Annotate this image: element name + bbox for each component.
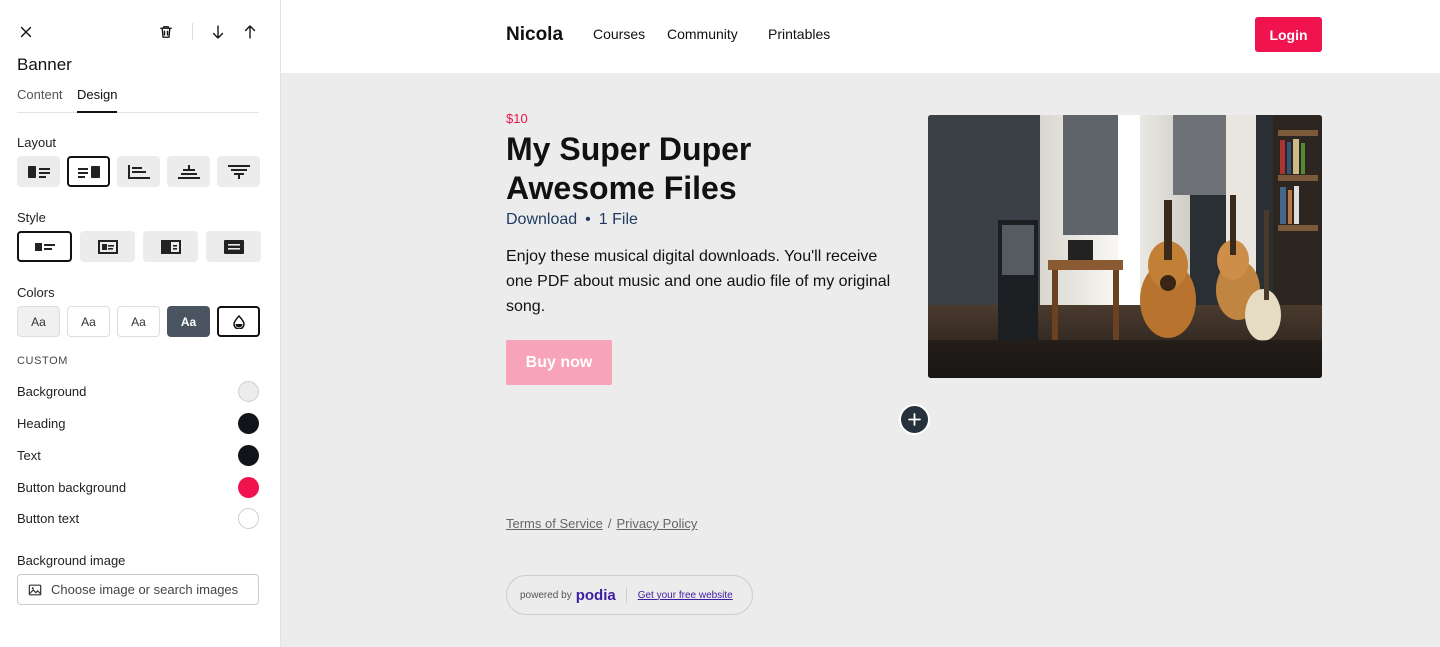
image-icon bbox=[28, 584, 42, 595]
custom-color-button-text: Button text bbox=[17, 507, 259, 529]
site-header: Nicola Courses Community Printables Logi… bbox=[281, 0, 1440, 73]
footer-links: Terms of Service / Privacy Policy bbox=[506, 516, 697, 531]
move-down-button[interactable] bbox=[206, 20, 230, 44]
trash-icon bbox=[160, 26, 172, 38]
nav-printables[interactable]: Printables bbox=[768, 26, 830, 42]
color-theme-dark-button[interactable]: Aa bbox=[167, 306, 210, 337]
color-theme-alt-button[interactable]: Aa bbox=[117, 306, 160, 337]
plus-icon bbox=[908, 413, 921, 426]
product-price: $10 bbox=[506, 111, 528, 126]
custom-color-label: Heading bbox=[17, 415, 66, 431]
color-theme-light-button[interactable]: Aa bbox=[17, 306, 60, 337]
layout-text-middle-icon bbox=[227, 164, 250, 179]
product-description: Enjoy these musical digital downloads. Y… bbox=[506, 248, 891, 315]
custom-color-label: Button background bbox=[17, 479, 127, 495]
style-full-icon bbox=[223, 239, 244, 254]
sidebar-toolbar bbox=[14, 20, 264, 44]
product-type: Download bbox=[506, 211, 578, 228]
layout-image-right-icon bbox=[77, 165, 100, 178]
color-theme-custom-button[interactable] bbox=[217, 306, 260, 337]
arrow-down-icon bbox=[212, 25, 224, 39]
heading-color-swatch[interactable] bbox=[238, 412, 259, 434]
droplet-icon bbox=[232, 314, 245, 329]
close-icon bbox=[20, 26, 32, 38]
privacy-policy-link[interactable]: Privacy Policy bbox=[616, 516, 697, 531]
layout-image-left-icon bbox=[27, 165, 50, 178]
nav-community[interactable]: Community bbox=[667, 26, 738, 42]
move-up-button[interactable] bbox=[238, 20, 262, 44]
layout-image-left-button[interactable] bbox=[17, 156, 60, 187]
style-minimal-button[interactable] bbox=[17, 231, 72, 262]
custom-colors-label: CUSTOM bbox=[17, 355, 69, 367]
site-preview: Nicola Courses Community Printables Logi… bbox=[281, 0, 1440, 647]
layout-text-left-icon bbox=[127, 164, 150, 179]
banner-section[interactable]: $10 My Super Duper Awesome Files Downloa… bbox=[281, 73, 1440, 420]
panel-tabs: Content Design bbox=[17, 87, 259, 113]
tab-content[interactable]: Content bbox=[17, 87, 63, 113]
podia-logo: podia bbox=[575, 586, 616, 604]
custom-color-background: Background bbox=[17, 380, 259, 402]
background-color-swatch[interactable] bbox=[238, 380, 259, 402]
layout-text-left-button[interactable] bbox=[117, 156, 160, 187]
layout-text-middle-button[interactable] bbox=[217, 156, 260, 187]
style-full-button[interactable] bbox=[206, 231, 261, 262]
layout-options bbox=[17, 156, 267, 187]
panel-title: Banner bbox=[17, 55, 72, 74]
style-card-button[interactable] bbox=[80, 231, 135, 262]
file-count: 1 File bbox=[598, 211, 638, 228]
custom-color-label: Background bbox=[17, 383, 87, 399]
custom-color-heading: Heading bbox=[17, 412, 259, 434]
powered-by-badge[interactable]: powered by podia Get your free website bbox=[506, 575, 753, 615]
footer-separator: / bbox=[607, 516, 612, 531]
layout-label: Layout bbox=[17, 135, 57, 150]
custom-color-text: Text bbox=[17, 444, 259, 466]
custom-color-button-background: Button background bbox=[17, 476, 259, 498]
close-button[interactable] bbox=[14, 20, 38, 44]
add-section-button[interactable] bbox=[899, 404, 930, 435]
tab-design[interactable]: Design bbox=[77, 87, 118, 113]
colors-label: Colors bbox=[17, 285, 55, 300]
color-options: Aa Aa Aa Aa bbox=[17, 306, 267, 337]
layout-image-right-button[interactable] bbox=[67, 156, 110, 187]
badge-divider bbox=[625, 587, 627, 603]
style-minimal-icon bbox=[34, 242, 55, 251]
product-headline: My Super Duper Awesome Files bbox=[506, 131, 752, 206]
style-label: Style bbox=[17, 210, 46, 225]
arrow-up-icon bbox=[244, 25, 256, 39]
get-free-website-link[interactable]: Get your free website bbox=[638, 590, 733, 601]
button-background-color-swatch[interactable] bbox=[238, 476, 259, 498]
button-text-color-swatch[interactable] bbox=[238, 507, 259, 529]
design-sidebar: Banner Content Design Layout Style Color… bbox=[0, 0, 281, 647]
color-theme-white-button[interactable]: Aa bbox=[67, 306, 110, 337]
banner-image bbox=[928, 115, 1322, 378]
product-meta: Download • 1 File bbox=[506, 211, 638, 229]
delete-button[interactable] bbox=[154, 20, 178, 44]
meta-separator: • bbox=[585, 211, 591, 228]
background-image-picker[interactable]: Choose image or search images bbox=[17, 574, 259, 605]
background-image-placeholder: Choose image or search images bbox=[51, 582, 239, 597]
layout-text-center-icon bbox=[177, 164, 200, 179]
terms-of-service-link[interactable]: Terms of Service bbox=[506, 516, 603, 531]
style-card-icon bbox=[97, 239, 118, 254]
background-image-label: Background image bbox=[17, 553, 126, 568]
powered-by-text: powered by bbox=[520, 589, 572, 601]
nav-courses[interactable]: Courses bbox=[593, 26, 645, 42]
style-split-button[interactable] bbox=[143, 231, 198, 262]
buy-now-button[interactable]: Buy now bbox=[506, 340, 612, 385]
style-split-icon bbox=[160, 239, 181, 254]
style-options bbox=[17, 231, 269, 262]
custom-color-label: Button text bbox=[17, 510, 80, 526]
login-button[interactable]: Login bbox=[1255, 17, 1322, 52]
layout-text-center-button[interactable] bbox=[167, 156, 210, 187]
text-color-swatch[interactable] bbox=[238, 444, 259, 466]
toolbar-divider bbox=[192, 23, 193, 40]
guitar-room-photo bbox=[928, 115, 1322, 378]
site-brand[interactable]: Nicola bbox=[506, 24, 563, 46]
custom-color-label: Text bbox=[17, 447, 41, 463]
